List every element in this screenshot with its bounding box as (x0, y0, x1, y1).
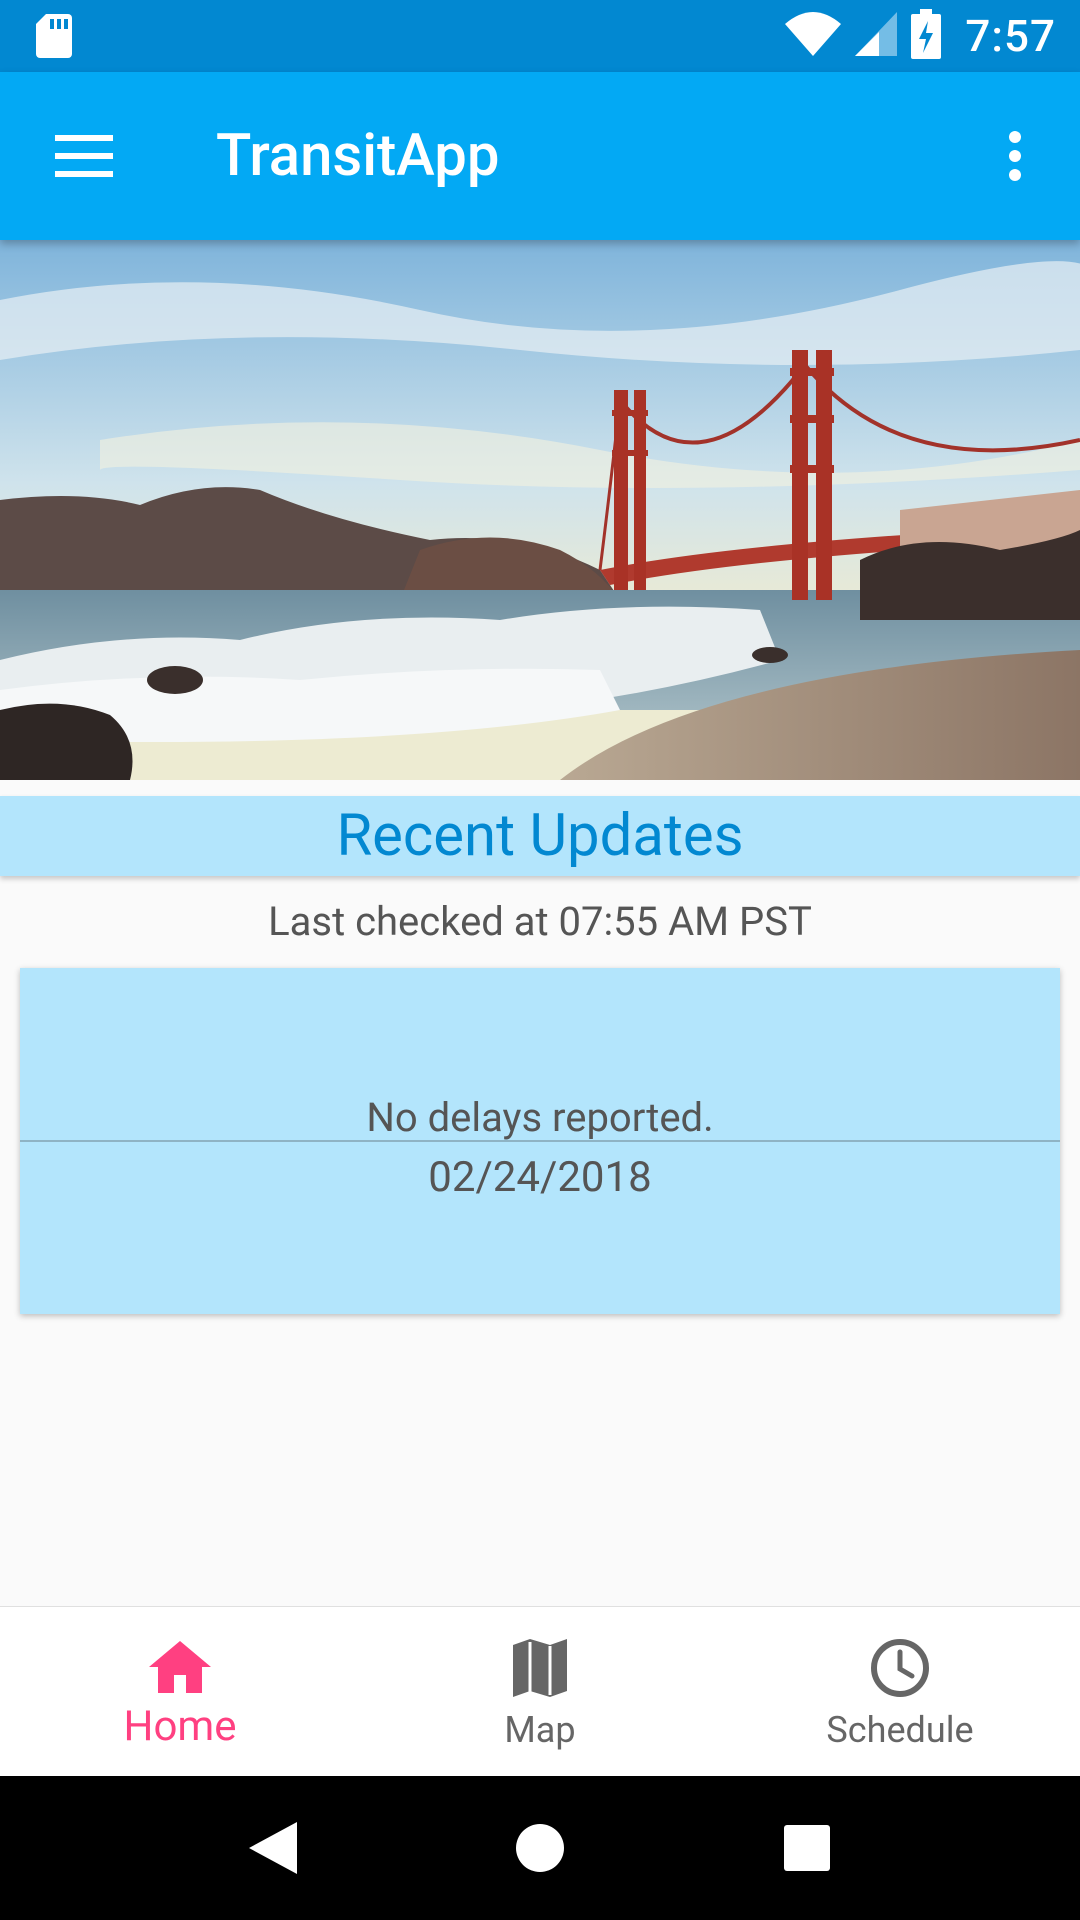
hero-image (0, 240, 1080, 780)
nav-item-map[interactable]: Map (360, 1607, 720, 1776)
home-circle-icon (515, 1824, 564, 1872)
back-button[interactable] (223, 1798, 323, 1898)
section-title: Recent Updates (336, 802, 744, 870)
update-divider (20, 1140, 1060, 1142)
cell-signal-icon (855, 12, 898, 60)
bottom-navigation: Home Map Schedule (0, 1606, 1080, 1776)
recent-updates-header: Recent Updates (0, 796, 1080, 876)
menu-icon (55, 135, 113, 177)
recents-button[interactable] (757, 1798, 857, 1898)
recents-icon (783, 1825, 830, 1871)
nav-item-home[interactable]: Home (0, 1607, 360, 1776)
golden-gate-bridge-image (0, 240, 1080, 780)
overflow-menu-button[interactable] (980, 116, 1050, 196)
system-navigation-bar (0, 1776, 1080, 1920)
nav-label-map: Map (504, 1708, 576, 1751)
more-vert-icon (1009, 131, 1021, 181)
update-date: 02/24/2018 (428, 1153, 652, 1202)
map-icon (505, 1633, 575, 1703)
back-icon (249, 1822, 298, 1874)
nav-item-schedule[interactable]: Schedule (720, 1607, 1080, 1776)
status-time: 7:57 (965, 10, 1056, 62)
update-card[interactable]: No delays reported. 02/24/2018 (20, 968, 1060, 1314)
sd-card-icon (36, 14, 72, 58)
home-icon (145, 1632, 215, 1702)
battery-charging-icon (911, 9, 942, 63)
app-bar: TransitApp (0, 72, 1080, 240)
clock-icon (865, 1633, 935, 1703)
update-message: No delays reported. (366, 1094, 714, 1141)
home-system-button[interactable] (490, 1798, 590, 1898)
menu-button[interactable] (40, 116, 128, 196)
app-title: TransitApp (216, 122, 500, 190)
last-checked-text: Last checked at 07:55 AM PST (268, 898, 812, 945)
status-bar: 7:57 (0, 0, 1080, 72)
nav-label-schedule: Schedule (826, 1708, 974, 1751)
wifi-icon (785, 12, 842, 60)
nav-label-home: Home (123, 1702, 237, 1751)
